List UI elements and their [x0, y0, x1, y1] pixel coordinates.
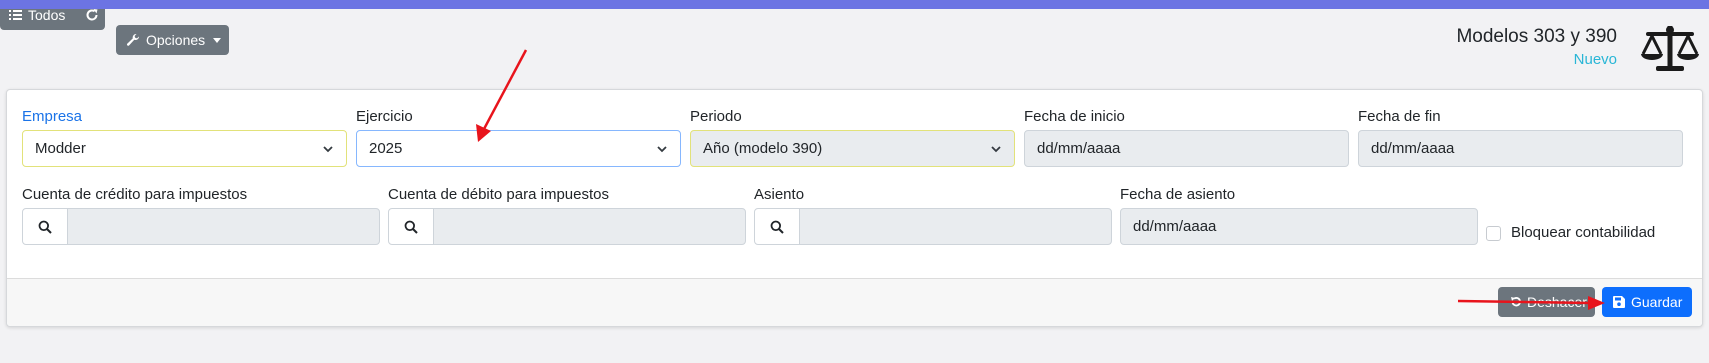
- top-accent-bar: [0, 0, 1709, 9]
- cuenta-credito-input-group: [22, 208, 380, 245]
- balance-scale-icon: [1641, 26, 1699, 71]
- asiento-input[interactable]: [799, 208, 1112, 245]
- periodo-select[interactable]: Año (modelo 390): [690, 130, 1015, 167]
- ejercicio-value: 2025: [369, 140, 403, 157]
- refresh-button[interactable]: [78, 0, 105, 30]
- opciones-dropdown-button[interactable]: Opciones: [116, 25, 229, 55]
- empresa-select[interactable]: Modder: [22, 130, 347, 167]
- chevron-down-icon: [323, 146, 333, 153]
- fecha-fin-label: Fecha de fin: [1358, 108, 1441, 125]
- deshacer-button[interactable]: Deshacer: [1498, 287, 1595, 317]
- deshacer-label: Deshacer: [1527, 294, 1587, 310]
- todos-label: Todos: [28, 7, 66, 23]
- cuenta-credito-label: Cuenta de crédito para impuestos: [22, 186, 248, 203]
- page-subtitle: Nuevo: [1573, 51, 1617, 68]
- list-icon: [9, 10, 22, 20]
- refresh-icon: [86, 9, 97, 21]
- bloquear-contabilidad-label: Bloquear contabilidad: [1511, 224, 1656, 241]
- chevron-down-icon: [657, 146, 667, 153]
- cuenta-debito-label: Cuenta de débito para impuestos: [388, 186, 609, 203]
- chevron-down-icon: [991, 146, 1001, 153]
- guardar-button[interactable]: Guardar: [1602, 287, 1692, 317]
- search-icon: [404, 220, 418, 234]
- floppy-disk-icon: [1613, 296, 1625, 308]
- search-button[interactable]: [754, 208, 800, 245]
- todos-button-group: Todos: [0, 0, 105, 30]
- search-icon: [38, 220, 52, 234]
- empresa-value: Modder: [35, 140, 86, 157]
- cuenta-debito-input-group: [388, 208, 746, 245]
- card-footer: [7, 278, 1702, 326]
- periodo-label: Periodo: [690, 108, 742, 125]
- fecha-inicio-label: Fecha de inicio: [1024, 108, 1125, 125]
- caret-down-icon: [213, 37, 222, 43]
- fecha-asiento-input[interactable]: dd/mm/aaaa: [1120, 208, 1478, 245]
- periodo-value: Año (modelo 390): [703, 140, 823, 157]
- fecha-fin-input[interactable]: dd/mm/aaaa: [1358, 130, 1683, 167]
- empresa-label: Empresa: [22, 108, 83, 125]
- bloquear-contabilidad-checkbox[interactable]: [1486, 226, 1501, 241]
- search-button[interactable]: [22, 208, 68, 245]
- undo-icon: [1511, 297, 1521, 307]
- ejercicio-label: Ejercicio: [356, 108, 413, 125]
- fecha-inicio-placeholder: dd/mm/aaaa: [1037, 140, 1121, 157]
- opciones-label: Opciones: [146, 32, 206, 48]
- ejercicio-select[interactable]: 2025: [356, 130, 681, 167]
- search-button[interactable]: [388, 208, 434, 245]
- cuenta-credito-input[interactable]: [67, 208, 380, 245]
- fecha-inicio-input[interactable]: dd/mm/aaaa: [1024, 130, 1349, 167]
- asiento-input-group: [754, 208, 1112, 245]
- cuenta-debito-input[interactable]: [433, 208, 746, 245]
- page-title: Modelos 303 y 390: [1456, 26, 1617, 47]
- guardar-label: Guardar: [1631, 294, 1683, 310]
- fecha-asiento-label: Fecha de asiento: [1120, 186, 1236, 203]
- search-icon: [770, 220, 784, 234]
- wrench-icon: [126, 33, 140, 46]
- fecha-asiento-placeholder: dd/mm/aaaa: [1133, 218, 1217, 235]
- fecha-fin-placeholder: dd/mm/aaaa: [1371, 140, 1455, 157]
- asiento-label: Asiento: [754, 186, 805, 203]
- todos-button[interactable]: Todos: [0, 0, 78, 30]
